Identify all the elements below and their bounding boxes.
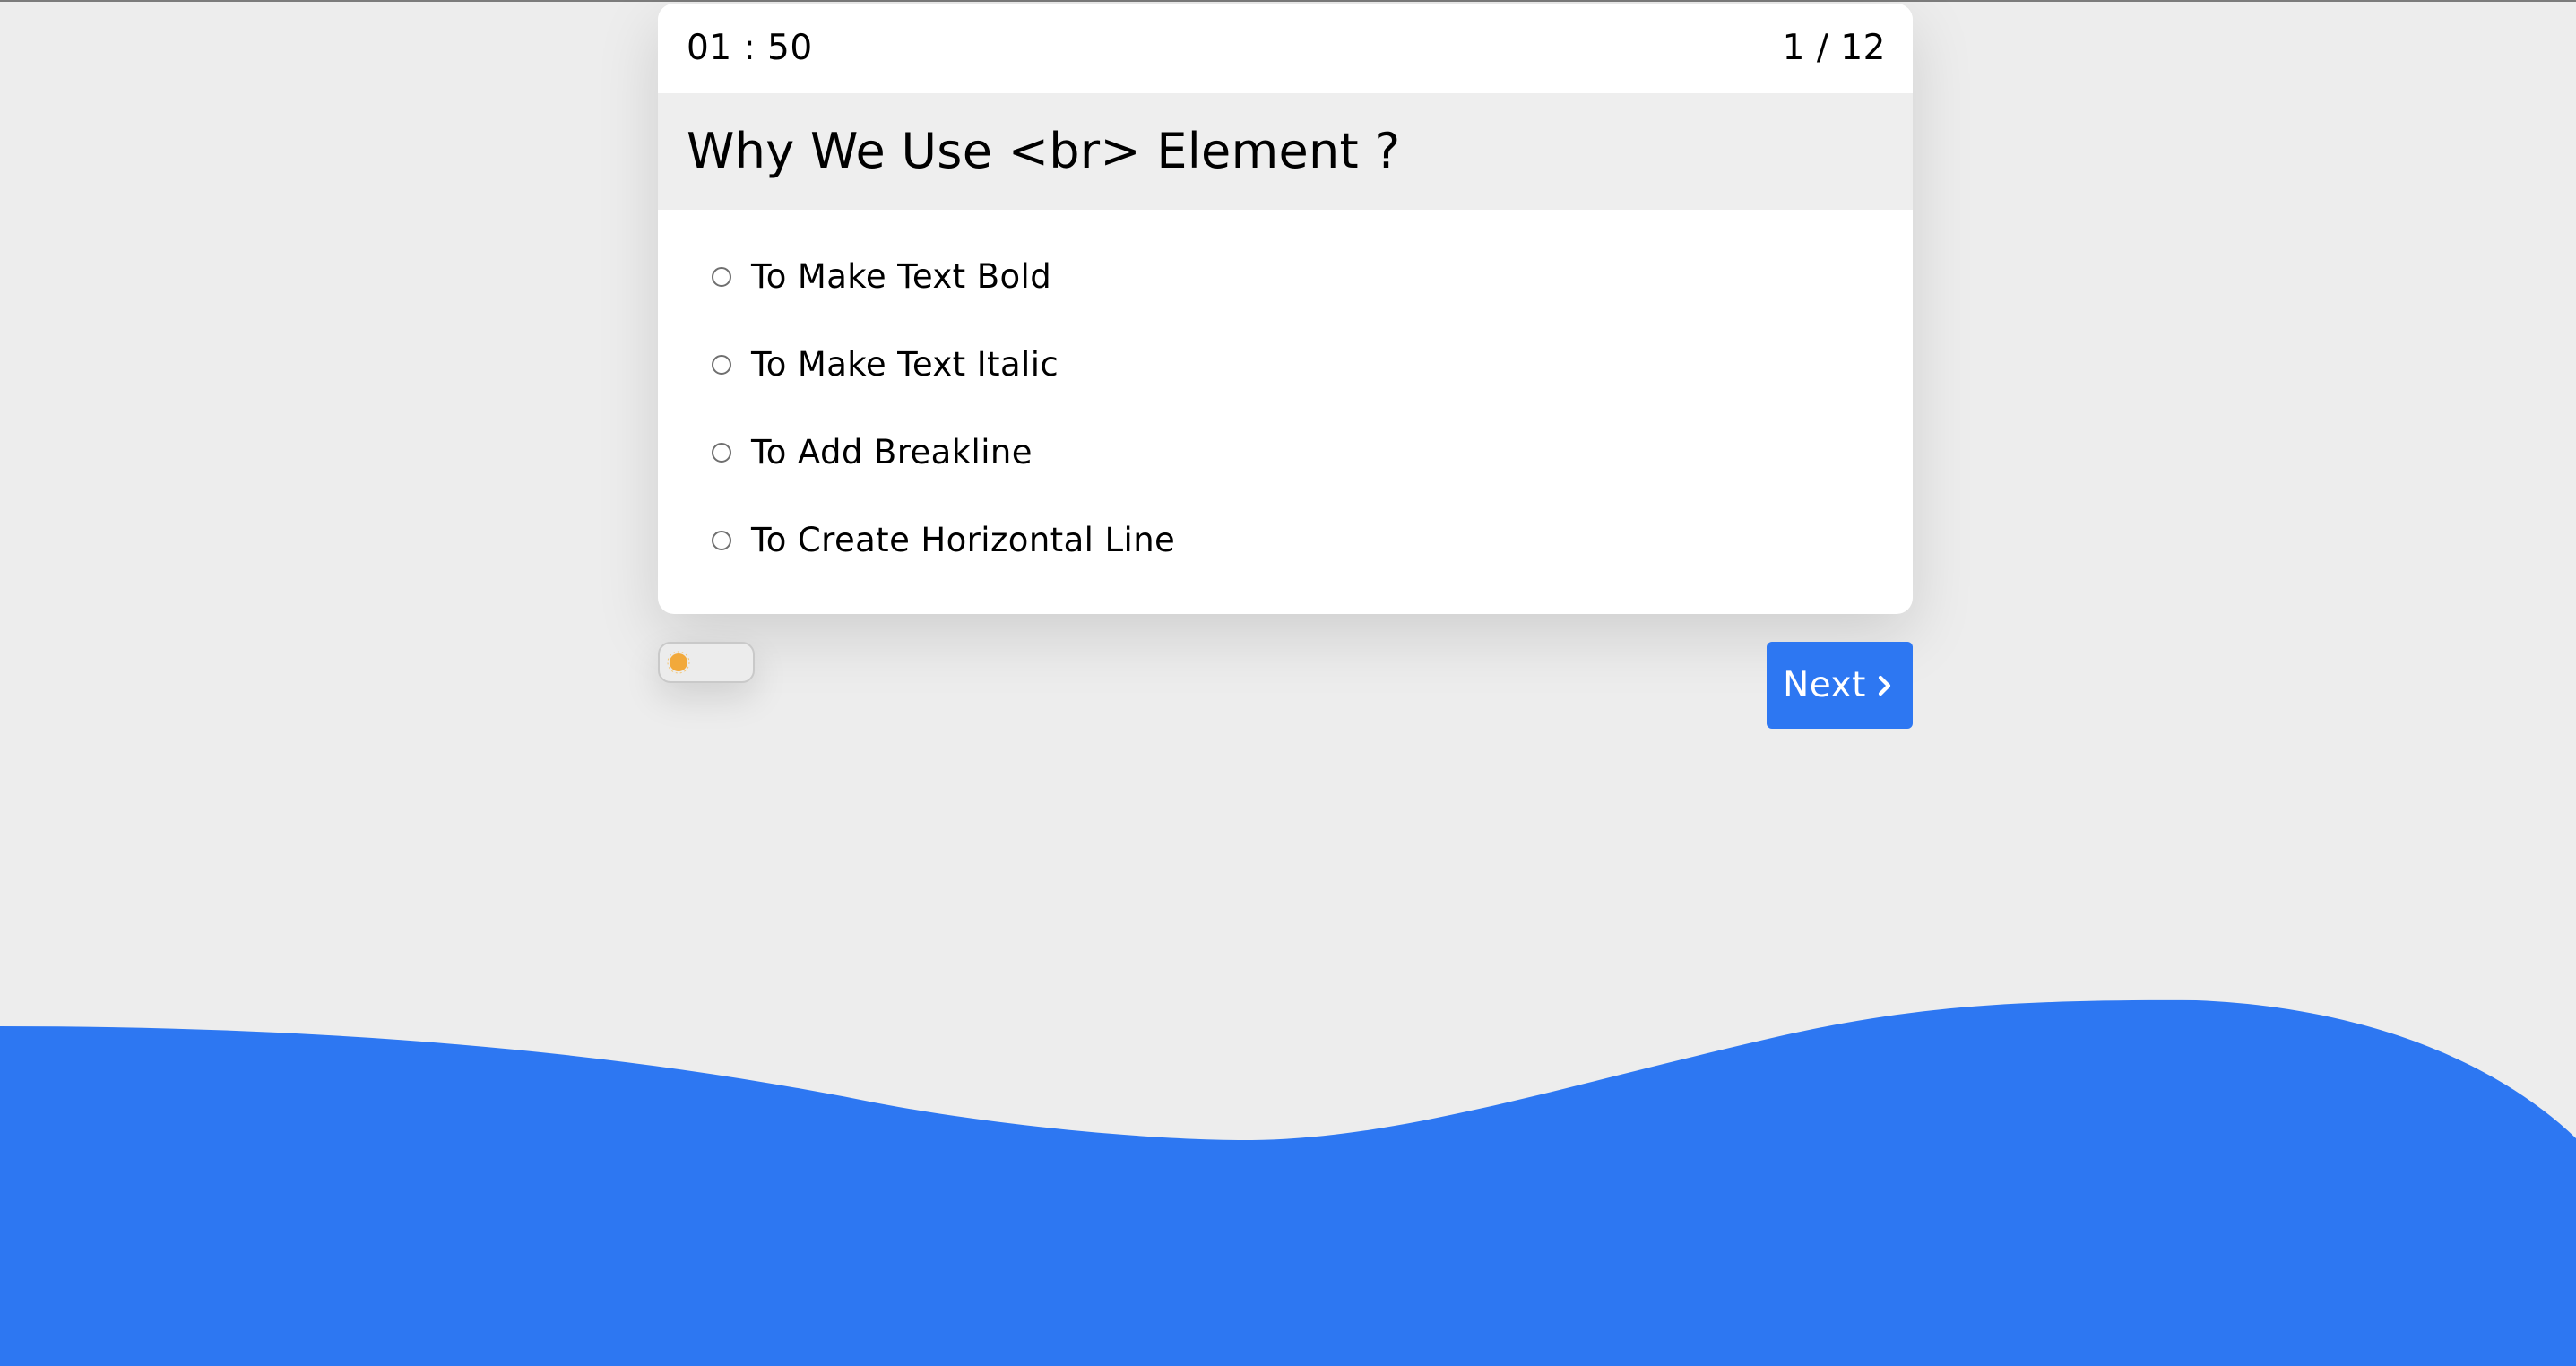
radio-button[interactable] — [712, 267, 731, 287]
question-title: Why We Use <br> Element ? — [687, 123, 1401, 179]
answer-option-label: To Make Text Bold — [751, 257, 1052, 296]
theme-toggle[interactable] — [658, 642, 755, 683]
quiz-card: 01 : 50 1 / 12 Why We Use <br> Element ?… — [658, 4, 1913, 614]
answer-option-label: To Create Horizontal Line — [751, 521, 1176, 559]
answer-option-1[interactable]: To Make Text Bold — [712, 246, 1051, 308]
timer: 01 : 50 — [687, 28, 813, 68]
answer-option-3[interactable]: To Add Breakline — [712, 421, 1033, 484]
question-band: Why We Use <br> Element ? — [658, 93, 1913, 210]
card-header: 01 : 50 1 / 12 — [658, 4, 1913, 93]
next-button[interactable]: Next — [1767, 642, 1913, 729]
answer-option-label: To Make Text Italic — [751, 345, 1059, 384]
next-button-label: Next — [1783, 665, 1866, 705]
question-counter: 1 / 12 — [1782, 28, 1886, 68]
answer-option-label: To Add Breakline — [751, 433, 1033, 471]
radio-button[interactable] — [712, 355, 731, 375]
answer-option-4[interactable]: To Create Horizontal Line — [712, 509, 1175, 572]
radio-button[interactable] — [712, 531, 731, 550]
sun-icon — [667, 651, 690, 674]
answer-option-2[interactable]: To Make Text Italic — [712, 333, 1059, 396]
radio-button[interactable] — [712, 443, 731, 463]
chevron-right-icon — [1878, 675, 1891, 696]
